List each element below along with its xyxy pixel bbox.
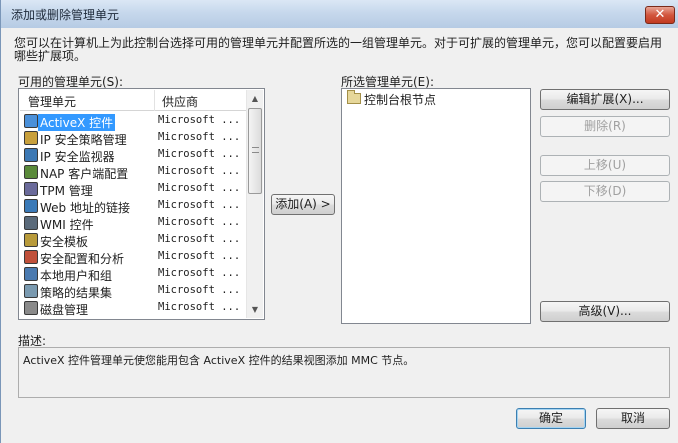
snapin-vendor: Microsoft ... (158, 182, 241, 194)
vertical-scrollbar[interactable]: ▲ ▼ (246, 90, 263, 318)
snapin-row[interactable]: 安全配置和分析 Microsoft ... (20, 249, 260, 266)
policy-result-icon (24, 284, 38, 298)
snapin-name: ActiveX 控件 (38, 114, 116, 131)
snapin-name: 安全配置和分析 (40, 252, 125, 266)
snapin-vendor: Microsoft ... (158, 216, 241, 228)
list-header: 管理单元 供应商 (20, 90, 248, 111)
snapin-name: 安全模板 (40, 235, 89, 249)
snapin-row[interactable]: ActiveX 控件 Microsoft ... (20, 113, 260, 131)
column-separator[interactable] (154, 90, 155, 111)
window-title: 添加或删除管理单元 (11, 8, 120, 22)
snapin-name: 本地用户和组 (40, 269, 113, 283)
intro-text: 您可以在计算机上为此控制台选择可用的管理单元并配置所选的一组管理单元。对于可扩展… (14, 36, 663, 63)
snapin-name: IP 安全策略管理 (40, 133, 127, 147)
security-config-icon (24, 250, 38, 264)
snapin-row[interactable]: Web 地址的链接 Microsoft ... (20, 198, 260, 215)
edit-extensions-button[interactable]: 编辑扩展(X)... (540, 89, 670, 110)
snapin-vendor: Microsoft ... (158, 233, 241, 245)
close-button[interactable]: ✕ (645, 6, 675, 24)
column-header-name[interactable]: 管理单元 (28, 93, 76, 110)
scroll-thumb[interactable] (248, 108, 262, 194)
snapin-vendor: Microsoft ... (158, 250, 241, 262)
snapin-row[interactable]: NAP 客户端配置 Microsoft ... (20, 164, 260, 181)
disk-management-icon (24, 301, 38, 315)
folder-icon (347, 90, 361, 104)
scroll-down-arrow-icon[interactable]: ▼ (247, 301, 263, 318)
activex-icon (24, 114, 38, 128)
available-snapins-list[interactable]: 管理单元 供应商 ActiveX 控件 Microsoft ... IP 安全策略管… (18, 88, 265, 320)
scroll-up-arrow-icon[interactable]: ▲ (247, 90, 263, 107)
snapin-row[interactable]: TPM 管理 Microsoft ... (20, 181, 260, 198)
add-button[interactable]: 添加(A) > (271, 194, 335, 215)
move-down-button[interactable]: 下移(D) (540, 181, 670, 202)
snapin-vendor: Microsoft ... (158, 199, 241, 211)
ok-button[interactable]: 确定 (516, 408, 586, 429)
advanced-button[interactable]: 高级(V)... (540, 301, 670, 322)
users-groups-icon (24, 267, 38, 281)
web-link-icon (24, 199, 38, 213)
security-monitor-icon (24, 148, 38, 162)
wmi-icon (24, 216, 38, 230)
move-up-button[interactable]: 上移(U) (540, 155, 670, 176)
snapin-vendor: Microsoft ... (158, 284, 241, 296)
snapin-vendor: Microsoft ... (158, 148, 241, 160)
snapin-name: 策略的结果集 (40, 286, 113, 300)
snapin-vendor: Microsoft ... (158, 267, 241, 279)
title-bar: 添加或删除管理单元 ✕ (1, 0, 678, 28)
column-header-vendor[interactable]: 供应商 (162, 93, 198, 110)
close-icon: ✕ (654, 7, 666, 22)
security-template-icon (24, 233, 38, 247)
cancel-button[interactable]: 取消 (596, 408, 670, 429)
remove-button[interactable]: 删除(R) (540, 116, 670, 137)
snapin-row[interactable]: IP 安全监视器 Microsoft ... (20, 147, 260, 164)
snapin-name: TPM 管理 (40, 184, 93, 198)
snapin-row[interactable]: WMI 控件 Microsoft ... (20, 215, 260, 232)
snapin-name: WMI 控件 (40, 218, 94, 232)
snapin-vendor: Microsoft ... (158, 301, 241, 313)
snapin-name: Web 地址的链接 (40, 201, 130, 215)
tpm-icon (24, 182, 38, 196)
snapin-row[interactable]: 策略的结果集 Microsoft ... (20, 283, 260, 300)
snapin-vendor: Microsoft ... (158, 114, 241, 126)
snapin-row[interactable]: 磁盘管理 Microsoft ... (20, 300, 260, 317)
add-remove-snapins-dialog: 添加或删除管理单元 ✕ 您可以在计算机上为此控制台选择可用的管理单元并配置所选的… (0, 0, 678, 443)
console-root-label: 控制台根节点 (364, 93, 437, 107)
selected-snapins-list[interactable] (341, 88, 531, 324)
snapin-name: 磁盘管理 (40, 303, 89, 317)
nap-client-icon (24, 165, 38, 179)
snapin-name: NAP 客户端配置 (40, 167, 129, 181)
snapin-vendor: Microsoft ... (158, 165, 241, 177)
security-policy-icon (24, 131, 38, 145)
snapin-name: IP 安全监视器 (40, 150, 115, 164)
snapin-row[interactable]: 安全模板 Microsoft ... (20, 232, 260, 249)
description-text: ActiveX 控件管理单元使您能用包含 ActiveX 控件的结果视图添加 M… (23, 354, 415, 367)
snapin-row[interactable]: IP 安全策略管理 Microsoft ... (20, 130, 260, 147)
snapin-vendor: Microsoft ... (158, 131, 241, 143)
description-box: ActiveX 控件管理单元使您能用包含 ActiveX 控件的结果视图添加 M… (18, 347, 670, 398)
snapin-row[interactable]: 本地用户和组 Microsoft ... (20, 266, 260, 283)
